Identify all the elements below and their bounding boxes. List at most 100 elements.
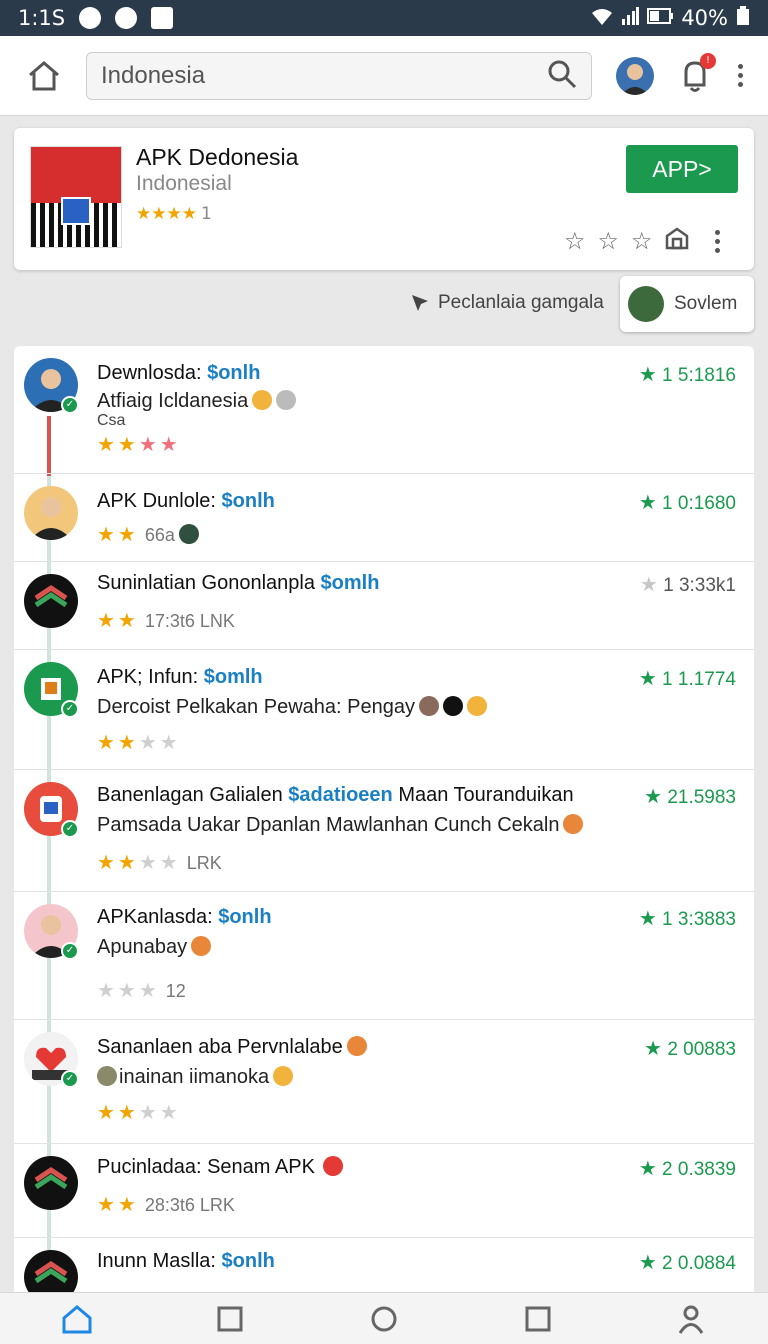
- notifications-button[interactable]: !: [680, 52, 716, 93]
- store-icon[interactable]: [665, 226, 689, 256]
- star-outline-icon[interactable]: ☆: [564, 227, 586, 255]
- overflow-menu-icon[interactable]: [738, 64, 746, 87]
- rating-stars: ★★★★: [136, 204, 197, 224]
- search-bar[interactable]: [86, 51, 592, 100]
- emoji-icon: [322, 1156, 343, 1176]
- circle-icon: [371, 1306, 397, 1331]
- item-rating: ★★★★: [97, 1100, 181, 1124]
- avatar: [24, 1156, 78, 1210]
- person-icon: [678, 1305, 704, 1334]
- item-score: ★ 1 3:33k1: [639, 574, 736, 596]
- item-rating: ★★★★: [97, 432, 181, 456]
- list-item[interactable]: Inunn Maslla: $onlh ★ 2 0.0884: [14, 1238, 754, 1296]
- nav-home[interactable]: [57, 1299, 97, 1339]
- featured-title: APK Dedonesia: [136, 144, 299, 170]
- item-tag: $omlh: [203, 666, 263, 688]
- item-rating: ★★ 66a: [97, 522, 199, 546]
- emoji-icon: [563, 814, 584, 834]
- emoji-icon: [442, 696, 463, 716]
- notification-app-icon-2: [115, 7, 138, 29]
- battery-icon: [647, 6, 674, 30]
- item-rating: ★★ 28:3t6 LRK: [97, 1192, 235, 1216]
- signal-icon: [621, 6, 640, 30]
- profile-avatar[interactable]: [616, 56, 654, 95]
- emoji-icon: [276, 390, 297, 410]
- item-score: ★ 2 0.3839: [638, 1158, 736, 1180]
- list-item[interactable]: Pucinladaa: Senam APK ★★ 28:3t6 LRK ★ 2 0…: [14, 1144, 754, 1238]
- list-item[interactable]: ✓ Dewnlosda: $onlh Atfiaig Icldanesia Cs…: [14, 346, 754, 474]
- item-description: inainan iimanoka: [97, 1066, 294, 1089]
- avatar: [24, 1250, 78, 1296]
- featured-rating: ★★★★ 1: [136, 204, 212, 224]
- item-title: Banenlagan Galialen $adatioeen Maan Tour…: [97, 784, 574, 806]
- item-rating: ★★★★: [97, 730, 181, 754]
- avatar-mini-icon: [178, 524, 199, 544]
- avatar: [24, 574, 78, 628]
- home-icon: [62, 1304, 92, 1333]
- app-qr-logo: [30, 146, 122, 248]
- user-chip-label: Sovlem: [674, 293, 738, 314]
- avatar: [24, 486, 78, 540]
- sort-filter[interactable]: Peclanlaia gamgala: [410, 292, 604, 314]
- item-rating: ★★★★ LRK: [97, 850, 222, 874]
- item-title: Dewnlosda: $onlh: [97, 362, 261, 384]
- emoji-icon: [346, 1036, 367, 1056]
- item-title: APK Dunlole: $onlh: [97, 490, 275, 512]
- item-score: ★ 21.5983: [644, 786, 736, 808]
- card-more-icon[interactable]: [714, 229, 720, 253]
- notification-badge: !: [700, 52, 716, 69]
- verified-icon: ✓: [61, 396, 79, 414]
- item-title: Sananlaen aba Pervnlalabe: [97, 1036, 367, 1059]
- item-score: ★ 2 0.0884: [638, 1252, 736, 1274]
- nav-recents[interactable]: [518, 1299, 558, 1339]
- user-chip-avatar: [628, 286, 664, 322]
- nav-square[interactable]: [210, 1299, 250, 1339]
- item-tag: $onlh: [221, 490, 275, 512]
- list-item[interactable]: ✓ APK; Infun: $omlh Dercoist Pelkakan Pe…: [14, 650, 754, 770]
- item-tag: $onlh: [218, 906, 272, 928]
- bottom-navigation: [0, 1292, 768, 1344]
- item-description: Pamsada Uakar Dpanlan Mawlanhan Cunch Ce…: [97, 814, 584, 837]
- star-outline-icon[interactable]: ☆: [631, 227, 653, 255]
- card-actions: ☆ ☆ ☆: [564, 226, 720, 256]
- item-description: Apunabay: [97, 936, 212, 959]
- avatar-mini-icon: [97, 1066, 117, 1086]
- search-input[interactable]: [101, 61, 521, 90]
- nav-profile[interactable]: [671, 1299, 711, 1339]
- list-item[interactable]: ✓ Banenlagan Galialen $adatioeen Maan To…: [14, 770, 754, 892]
- list-item[interactable]: Suninlatian Gononlanpla $omlh ★★ 17:3t6 L…: [14, 562, 754, 650]
- list-item[interactable]: ✓ Sananlaen aba Pervnlalabe inainan iima…: [14, 1020, 754, 1144]
- featured-subtitle: Indonesial: [136, 172, 232, 195]
- wifi-icon: [591, 6, 613, 30]
- item-score: ★ 1 0:1680: [638, 492, 736, 514]
- item-score: ★ 1 1.1774: [638, 668, 736, 690]
- rating-count: 1: [200, 204, 212, 224]
- item-title: Inunn Maslla: $onlh: [97, 1250, 275, 1272]
- sort-filter-label: Peclanlaia gamgala: [438, 292, 604, 313]
- status-bar: 1:1S 40%: [0, 0, 768, 36]
- featured-app-card[interactable]: APK Dedonesia Indonesial ★★★★ 1 APP> ☆ ☆ …: [14, 128, 754, 270]
- list-item[interactable]: APK Dunlole: $onlh ★★ 66a ★ 1 0:1680: [14, 474, 754, 562]
- app-bar: !: [0, 36, 768, 116]
- list-item[interactable]: ✓ APKanlasda: $onlh Apunabay ★★★ 12 ★ 1 3…: [14, 892, 754, 1020]
- star-outline-icon[interactable]: ☆: [598, 227, 620, 255]
- item-tag: $onlh: [221, 1250, 275, 1272]
- item-tag: $onlh: [207, 362, 261, 384]
- square-icon: [525, 1306, 551, 1331]
- status-time: 1:1S: [18, 6, 66, 30]
- home-button[interactable]: [14, 46, 74, 106]
- item-title: APK; Infun: $omlh: [97, 666, 263, 688]
- notification-app-icon: [79, 7, 102, 29]
- item-description: Atfiaig Icldanesia: [97, 390, 297, 413]
- user-chip[interactable]: Sovlem: [620, 276, 754, 332]
- app-install-button[interactable]: APP>: [626, 145, 738, 193]
- item-description: Dercoist Pelkakan Pewaha: Pengay: [97, 696, 487, 719]
- item-title: APKanlasda: $onlh: [97, 906, 272, 928]
- emoji-icon: [252, 390, 273, 410]
- square-icon: [217, 1306, 243, 1331]
- battery-saver-icon: [736, 5, 750, 31]
- emoji-icon: [273, 1066, 294, 1086]
- nav-home-circle[interactable]: [364, 1299, 404, 1339]
- search-icon[interactable]: [547, 59, 577, 93]
- item-subtext: Csa: [97, 412, 126, 429]
